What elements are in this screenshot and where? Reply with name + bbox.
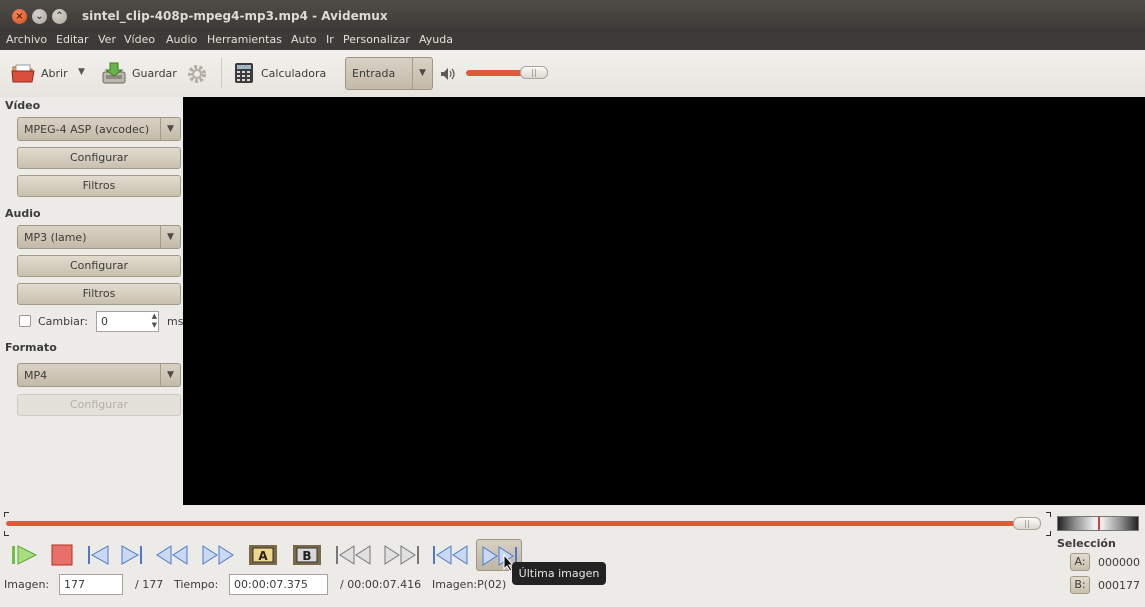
timeline-corner xyxy=(4,531,9,536)
video-codec-combo[interactable]: MPEG-4 ASP (avcodec) ▼ xyxy=(17,117,181,141)
frame-total: / 177 xyxy=(135,578,164,591)
selection-b-value: 000177 xyxy=(1098,579,1140,592)
open-recent-dropdown[interactable]: ▼ xyxy=(78,67,85,77)
video-section-heading: Vídeo xyxy=(5,99,41,112)
set-marker-b-icon[interactable]: B xyxy=(292,542,322,568)
menu-archivo[interactable]: Archivo xyxy=(6,33,47,46)
format-section-heading: Formato xyxy=(5,341,57,354)
title-bar: × ⌄ ⌃ sintel_clip-408p-mpeg4-mp3.mp4 - A… xyxy=(0,0,1145,32)
maximize-window-button[interactable]: ⌃ xyxy=(52,9,67,24)
menu-herramientas[interactable]: Herramientas xyxy=(207,33,282,46)
toolbar-separator xyxy=(221,58,222,88)
selection-a-button[interactable]: A: xyxy=(1070,553,1090,571)
format-configure-button[interactable]: Configurar xyxy=(17,394,181,416)
save-label: Guardar xyxy=(132,66,177,80)
tooltip: Última imagen xyxy=(512,562,606,585)
audio-shift-input[interactable]: 0 ▲ ▼ xyxy=(96,311,159,332)
timeline-slider-handle[interactable]: || xyxy=(1013,517,1041,530)
set-marker-a-icon[interactable]: A xyxy=(248,542,278,568)
frame-label: Imagen: xyxy=(4,578,50,591)
chevron-down-icon: ▼ xyxy=(160,364,180,386)
volume-slider[interactable]: || xyxy=(466,66,560,79)
first-frame-icon[interactable] xyxy=(431,542,469,568)
svg-text:A: A xyxy=(258,549,268,563)
jog-shuttle[interactable] xyxy=(1057,516,1139,531)
audio-filters-button[interactable]: Filtros xyxy=(17,283,181,305)
menu-personalizar[interactable]: Personalizar xyxy=(343,33,410,46)
menu-ayuda[interactable]: Ayuda xyxy=(419,33,453,46)
selection-a-value: 000000 xyxy=(1098,556,1140,569)
calculator-label: Calculadora xyxy=(261,66,327,80)
audio-shift-unit: ms xyxy=(167,315,184,328)
video-codec-value: MPEG-4 ASP (avcodec) xyxy=(24,123,150,136)
stop-icon[interactable] xyxy=(48,542,76,568)
timeline-slider[interactable]: || xyxy=(4,512,1051,536)
save-icon xyxy=(102,62,126,84)
calculator-icon xyxy=(235,63,253,83)
open-button[interactable]: Abrir xyxy=(11,62,68,84)
menu-video[interactable]: Vídeo xyxy=(124,33,155,46)
folder-icon xyxy=(11,64,35,83)
chevron-down-icon: ▼ xyxy=(160,118,180,140)
save-button[interactable]: Guardar xyxy=(102,62,177,84)
selection-heading: Selección xyxy=(1057,537,1116,550)
previous-frame-icon[interactable] xyxy=(84,542,112,568)
input-mode-combo[interactable]: Entrada ▼ xyxy=(345,57,433,90)
open-label: Abrir xyxy=(41,66,68,80)
format-value: MP4 xyxy=(24,369,48,382)
menu-bar: Archivo Editar Ver Vídeo Audio Herramien… xyxy=(0,32,1145,50)
frame-type: Imagen:P(02) xyxy=(432,578,507,591)
timeline-corner xyxy=(1046,512,1051,517)
time-total: / 00:00:07.416 xyxy=(340,578,422,591)
menu-editar[interactable]: Editar xyxy=(56,33,89,46)
go-to-marker-a-icon[interactable] xyxy=(334,542,372,568)
timeline-corner xyxy=(4,512,9,517)
window-title: sintel_clip-408p-mpeg4-mp3.mp4 - Avidemu… xyxy=(82,9,388,23)
gear-icon xyxy=(188,65,206,83)
chevron-down-icon: ▼ xyxy=(412,58,432,89)
time-label: Tiempo: xyxy=(174,578,219,591)
menu-auto[interactable]: Auto xyxy=(291,33,317,46)
next-keyframe-icon[interactable] xyxy=(201,542,235,568)
frame-input[interactable]: 177 xyxy=(59,574,123,595)
menu-ver[interactable]: Ver xyxy=(98,33,116,46)
triangle-down-icon: ▼ xyxy=(78,67,85,77)
spin-buttons-icon[interactable]: ▲ ▼ xyxy=(152,312,157,330)
audio-shift-checkbox[interactable] xyxy=(19,315,31,327)
calculator-button[interactable]: Calculadora xyxy=(233,62,326,84)
video-filters-button[interactable]: Filtros xyxy=(17,175,181,197)
audio-shift-label: Cambiar: xyxy=(38,315,88,328)
previous-keyframe-icon[interactable] xyxy=(155,542,189,568)
audio-codec-value: MP3 (lame) xyxy=(24,231,87,244)
jog-indicator xyxy=(1098,517,1100,530)
close-window-button[interactable]: × xyxy=(12,9,27,24)
audio-shift-value: 0 xyxy=(101,315,108,328)
chevron-down-icon: ▼ xyxy=(160,226,180,248)
video-configure-button[interactable]: Configurar xyxy=(17,147,181,169)
input-mode-value: Entrada xyxy=(352,67,396,80)
next-frame-icon[interactable] xyxy=(118,542,146,568)
volume-slider-handle[interactable]: || xyxy=(520,66,549,79)
toolbar: Abrir ▼ Guardar Calculadora Entrada ▼ || xyxy=(0,50,1145,97)
audio-section-heading: Audio xyxy=(5,207,41,220)
svg-text:B: B xyxy=(302,549,311,563)
volume-icon xyxy=(441,68,455,80)
menu-audio[interactable]: Audio xyxy=(166,33,197,46)
video-preview xyxy=(183,97,1145,505)
format-combo[interactable]: MP4 ▼ xyxy=(17,363,181,387)
settings-button[interactable] xyxy=(186,63,208,85)
play-icon[interactable] xyxy=(10,542,38,568)
menu-ir[interactable]: Ir xyxy=(326,33,334,46)
minimize-window-button[interactable]: ⌄ xyxy=(32,9,47,24)
selection-b-button[interactable]: B: xyxy=(1070,576,1090,594)
timeline-corner xyxy=(1046,531,1051,536)
audio-configure-button[interactable]: Configurar xyxy=(17,255,181,277)
go-to-marker-b-icon[interactable] xyxy=(383,542,421,568)
audio-codec-combo[interactable]: MP3 (lame) ▼ xyxy=(17,225,181,249)
time-input[interactable]: 00:00:07.375 xyxy=(229,574,328,595)
timeline-fill xyxy=(6,521,1027,526)
